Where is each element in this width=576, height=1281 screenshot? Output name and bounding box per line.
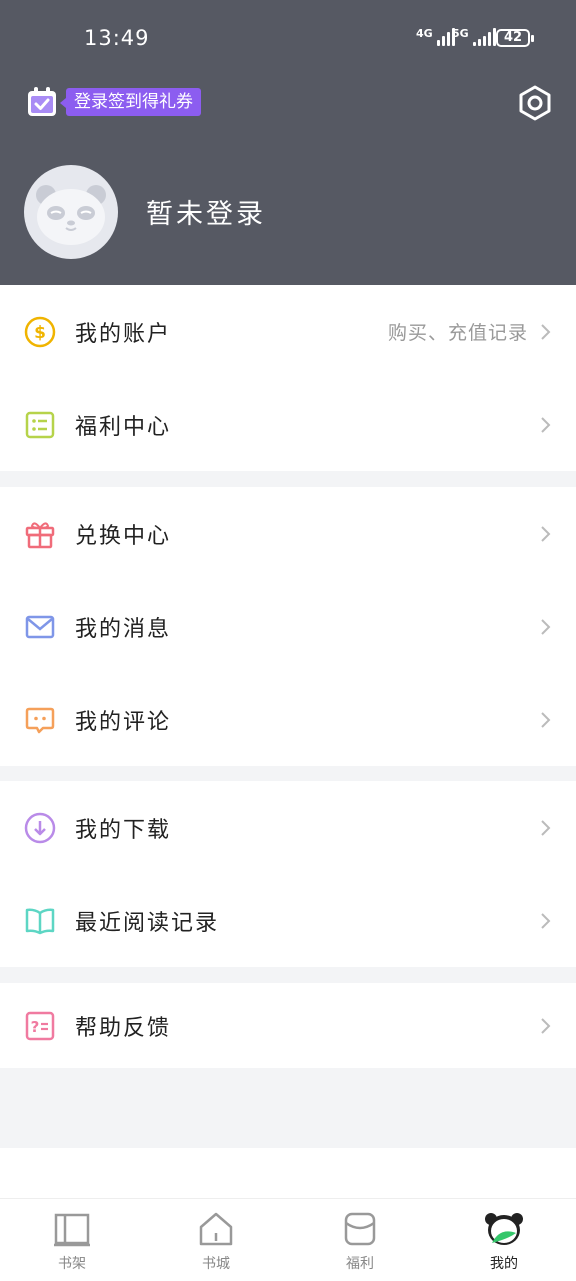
bag-icon: [344, 1212, 376, 1246]
gift-icon: [25, 521, 55, 548]
status-time: 13:49: [84, 26, 150, 50]
menu-group-reading: 我的下载 最近阅读记录: [0, 781, 576, 967]
tab-welfare[interactable]: 福利: [288, 1199, 432, 1281]
bottom-spacer: [0, 1148, 576, 1198]
menu-item-messages[interactable]: 我的消息: [0, 580, 576, 673]
tab-label: 书架: [58, 1256, 86, 1272]
account-subtext: 购买、充值记录: [387, 322, 528, 344]
menu-item-label: 我的评论: [75, 709, 172, 735]
menu-group-social: 兑换中心 我的消息 我的评论: [0, 487, 576, 766]
menu-group-help: ? 帮助反馈: [0, 983, 576, 1068]
menu-item-help[interactable]: ? 帮助反馈: [0, 983, 576, 1068]
menu-item-label: 帮助反馈: [75, 1015, 172, 1041]
tab-label: 书城: [202, 1256, 230, 1272]
checkin-button[interactable]: 登录签到得礼券: [26, 86, 201, 118]
avatar[interactable]: [24, 165, 118, 259]
panda-avatar-icon: [36, 185, 106, 245]
menu-item-welfare-center[interactable]: 福利中心: [0, 378, 576, 471]
status-bar: 13:49 4G 5G 42: [0, 0, 576, 70]
download-icon: [24, 812, 56, 843]
profile-header: 13:49 4G 5G 42 登录签到得礼券 暂未登录: [0, 0, 576, 285]
home-icon: [199, 1212, 233, 1246]
menu-item-label: 我的下载: [75, 817, 172, 843]
comment-icon: [25, 707, 55, 733]
menu-item-label: 最近阅读记录: [75, 910, 220, 936]
menu-item-exchange[interactable]: 兑换中心: [0, 487, 576, 580]
svg-text:?: ?: [31, 1018, 40, 1036]
checkin-label: 登录签到得礼券: [60, 88, 201, 116]
battery-icon: 42: [496, 29, 534, 47]
menu-item-label: 我的消息: [75, 616, 172, 642]
chevron-right-icon: [541, 711, 551, 728]
list-icon: [25, 411, 55, 438]
signal-4g-icon: 4G: [416, 28, 455, 46]
settings-icon[interactable]: [516, 84, 554, 122]
menu-item-label: 福利中心: [75, 414, 172, 440]
tab-label: 福利: [346, 1256, 374, 1272]
mail-icon: [25, 615, 55, 638]
svg-text:$: $: [34, 323, 46, 343]
menu-item-label: 我的账户: [75, 321, 172, 347]
menu-group-account: $ 我的账户 购买、充值记录 福利中心: [0, 285, 576, 471]
menu-item-comments[interactable]: 我的评论: [0, 673, 576, 766]
chevron-right-icon: [541, 525, 551, 542]
open-book-icon: [25, 908, 55, 934]
tab-bookshelf[interactable]: 书架: [0, 1199, 144, 1281]
chevron-right-icon: [541, 416, 551, 433]
panda-profile-icon: [485, 1213, 523, 1245]
bottom-tab-bar: 书架 书城 福利 我的: [0, 1198, 576, 1281]
menu-item-label: 兑换中心: [75, 523, 172, 549]
login-prompt[interactable]: 暂未登录: [146, 192, 266, 231]
tab-mine[interactable]: 我的: [432, 1199, 576, 1281]
calendar-check-icon: [28, 87, 56, 116]
menu-item-downloads[interactable]: 我的下载: [0, 781, 576, 874]
dollar-coin-icon: $: [24, 316, 56, 347]
chevron-right-icon: [541, 618, 551, 635]
tab-label: 我的: [490, 1256, 518, 1272]
menu-item-history[interactable]: 最近阅读记录: [0, 874, 576, 967]
menu-item-account[interactable]: $ 我的账户 购买、充值记录: [0, 285, 576, 378]
chevron-right-icon: [541, 819, 551, 836]
tab-bookstore[interactable]: 书城: [144, 1199, 288, 1281]
help-icon: ?: [25, 1011, 55, 1040]
signal-5g-icon: 5G: [452, 28, 496, 46]
chevron-right-icon: [541, 912, 551, 929]
chevron-right-icon: [541, 1017, 551, 1034]
chevron-right-icon: [541, 323, 551, 340]
bookshelf-icon: [54, 1213, 90, 1247]
